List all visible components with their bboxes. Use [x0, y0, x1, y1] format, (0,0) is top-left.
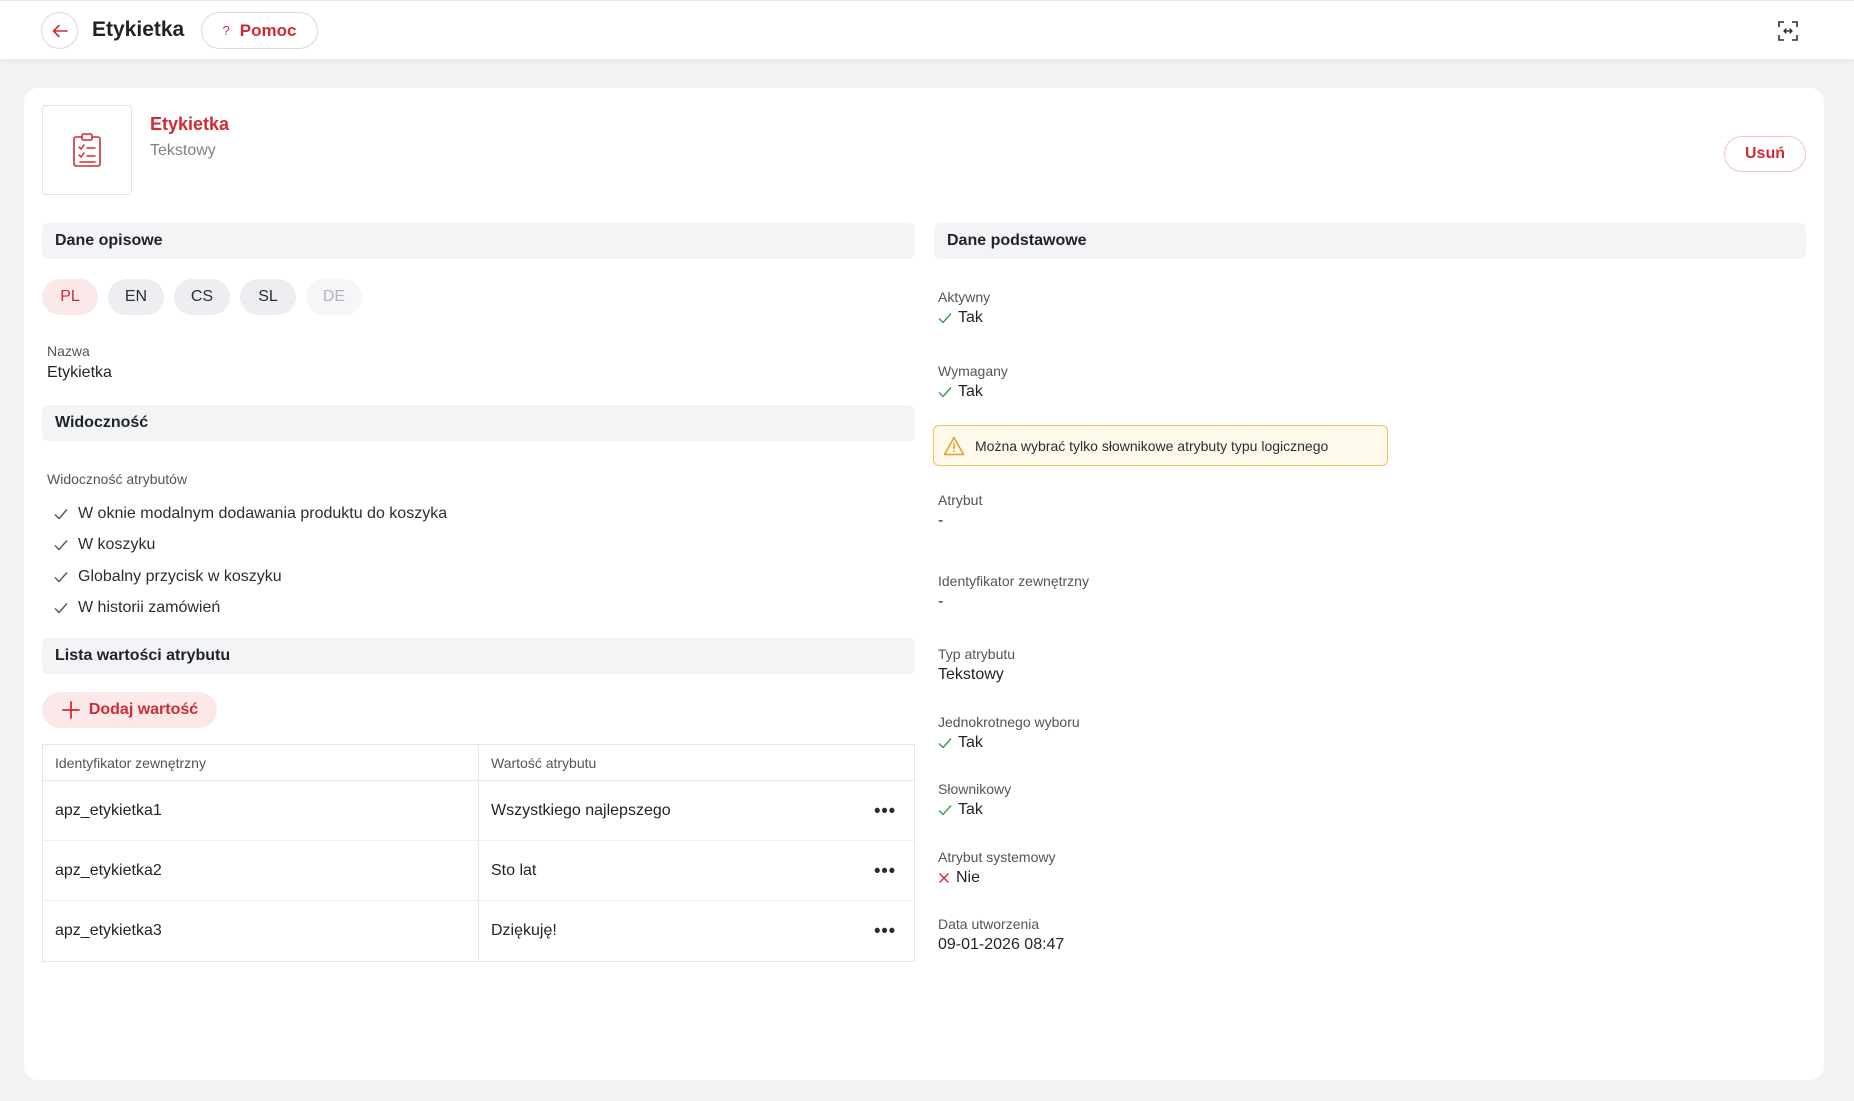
plus-icon: [61, 701, 80, 719]
warning-text: Można wybrać tylko słownikowe atrybuty t…: [975, 437, 1329, 454]
attribute-thumbnail: [42, 105, 132, 195]
list-item: W historii zamówień: [54, 593, 447, 625]
section-visibility: Widoczność: [42, 405, 915, 441]
delete-button[interactable]: Usuń: [1724, 136, 1806, 172]
list-item: W koszyku: [54, 530, 447, 562]
column-header-external-id: Identyfikator zewnętrzny: [55, 754, 206, 771]
check-icon: [54, 508, 68, 520]
expand-icon: [1778, 21, 1798, 41]
list-item-label: W oknie modalnym dodawania produktu do k…: [78, 504, 448, 522]
field-system-attribute: Atrybut systemowy Nie: [938, 849, 1055, 887]
list-item: Globalny przycisk w koszyku: [54, 561, 447, 593]
created-label: Data utworzenia: [938, 916, 1040, 932]
table-row[interactable]: apz_etykietka2 Sto lat •••: [43, 841, 914, 901]
attribute-card: Etykietka Tekstowy Usuń Dane opisowe PL …: [24, 88, 1824, 1080]
field-created-date: Data utworzenia 09-01-2026 08:47: [938, 916, 1064, 954]
cross-icon: [939, 873, 949, 883]
check-icon: [938, 738, 952, 749]
cell-value: Dziękuję! •••: [478, 901, 914, 961]
attribute-value: -: [938, 512, 944, 529]
system-label: Atrybut systemowy: [938, 849, 1056, 865]
page-title: Etykietka: [92, 18, 185, 41]
created-value: 09-01-2026 08:47: [938, 936, 1065, 953]
language-tabs: PL EN CS SL DE: [42, 279, 362, 315]
type-value: Tekstowy: [938, 666, 1004, 683]
check-icon: [54, 603, 68, 614]
add-value-label: Dodaj wartość: [88, 701, 199, 718]
cell-external-id: apz_etykietka3: [55, 922, 162, 939]
cell-value-text: Sto lat: [491, 861, 537, 879]
list-item: W oknie modalnym dodawania produktu do k…: [54, 498, 447, 530]
active-label: Aktywny: [938, 289, 991, 305]
column-header-value: Wartość atrybutu: [478, 745, 914, 780]
section-values-list: Lista wartości atrybutu: [42, 638, 915, 674]
table-row[interactable]: apz_etykietka3 Dziękuję! •••: [43, 901, 914, 961]
values-table: Identyfikator zewnętrzny Wartość atrybut…: [42, 744, 915, 962]
field-dictionary: Słownikowy Tak: [938, 781, 1011, 819]
more-options-icon[interactable]: •••: [874, 921, 896, 942]
dictionary-value: Tak: [958, 801, 983, 818]
field-external-id: Identyfikator zewnętrzny -: [938, 573, 1089, 611]
cell-value: Wszystkiego najlepszego •••: [478, 781, 914, 840]
attribute-label: Atrybut: [938, 492, 983, 508]
cell-value: Sto lat •••: [478, 841, 914, 900]
tab-lang-de[interactable]: DE: [306, 279, 362, 315]
system-value: Nie: [956, 869, 981, 886]
attribute-name: Etykietka: [150, 114, 230, 134]
cell-external-id: apz_etykietka2: [55, 861, 162, 879]
external-id-value: -: [938, 593, 944, 610]
more-options-icon[interactable]: •••: [874, 860, 896, 881]
cell-external-id: apz_etykietka1: [55, 801, 162, 819]
tab-lang-cs[interactable]: CS: [174, 279, 230, 315]
list-item-label: Globalny przycisk w koszyku: [78, 567, 282, 585]
field-required: Wymagany Tak: [938, 363, 1008, 401]
name-value: Etykietka: [47, 364, 112, 381]
field-active: Aktywny Tak: [938, 289, 990, 327]
dictionary-label: Słownikowy: [938, 781, 1012, 797]
check-icon: [938, 387, 952, 398]
check-icon: [54, 571, 68, 583]
section-descriptive: Dane opisowe: [42, 223, 915, 259]
field-single-choice: Jednokrotnego wyboru Tak: [938, 714, 1080, 752]
check-icon: [54, 540, 68, 551]
tab-lang-pl[interactable]: PL: [42, 279, 98, 315]
single-choice-value: Tak: [958, 734, 983, 751]
attribute-type: Tekstowy: [150, 142, 216, 159]
top-bar: Etykietka ? Pomoc: [0, 0, 1854, 59]
arrow-left-icon: [52, 24, 68, 37]
help-button[interactable]: ? Pomoc: [201, 12, 318, 49]
section-basic: Dane podstawowe: [934, 223, 1806, 259]
clipboard-checklist-icon: [73, 133, 101, 167]
single-choice-label: Jednokrotnego wyboru: [938, 714, 1080, 730]
warning-icon: [943, 436, 965, 455]
table-header: Identyfikator zewnętrzny Wartość atrybut…: [43, 745, 914, 781]
list-item-label: W koszyku: [78, 536, 156, 554]
fullscreen-button[interactable]: [1775, 18, 1801, 44]
visibility-label: Widoczność atrybutów: [47, 471, 188, 487]
warning-alert: Można wybrać tylko słownikowe atrybuty t…: [933, 425, 1388, 466]
active-value: Tak: [958, 309, 983, 326]
external-id-label: Identyfikator zewnętrzny: [938, 573, 1089, 589]
question-icon: ?: [222, 23, 230, 38]
list-item-label: W historii zamówień: [78, 599, 221, 617]
cell-value-text: Wszystkiego najlepszego: [491, 801, 671, 819]
required-value: Tak: [958, 383, 983, 400]
more-options-icon[interactable]: •••: [874, 800, 896, 821]
tab-lang-sl[interactable]: SL: [240, 279, 296, 315]
visibility-list: W oknie modalnym dodawania produktu do k…: [54, 498, 447, 624]
field-attribute-type: Typ atrybutu Tekstowy: [938, 646, 1015, 684]
tab-lang-en[interactable]: EN: [108, 279, 164, 315]
required-label: Wymagany: [938, 363, 1008, 379]
table-row[interactable]: apz_etykietka1 Wszystkiego najlepszego •…: [43, 781, 914, 841]
name-label: Nazwa: [47, 343, 90, 359]
field-attribute: Atrybut -: [938, 492, 982, 530]
help-button-label: Pomoc: [239, 20, 297, 40]
back-button[interactable]: [41, 12, 78, 49]
type-label: Typ atrybutu: [938, 646, 1016, 662]
add-value-button[interactable]: Dodaj wartość: [42, 692, 217, 728]
cell-value-text: Dziękuję!: [491, 922, 557, 939]
check-icon: [938, 313, 952, 324]
check-icon: [938, 805, 952, 816]
